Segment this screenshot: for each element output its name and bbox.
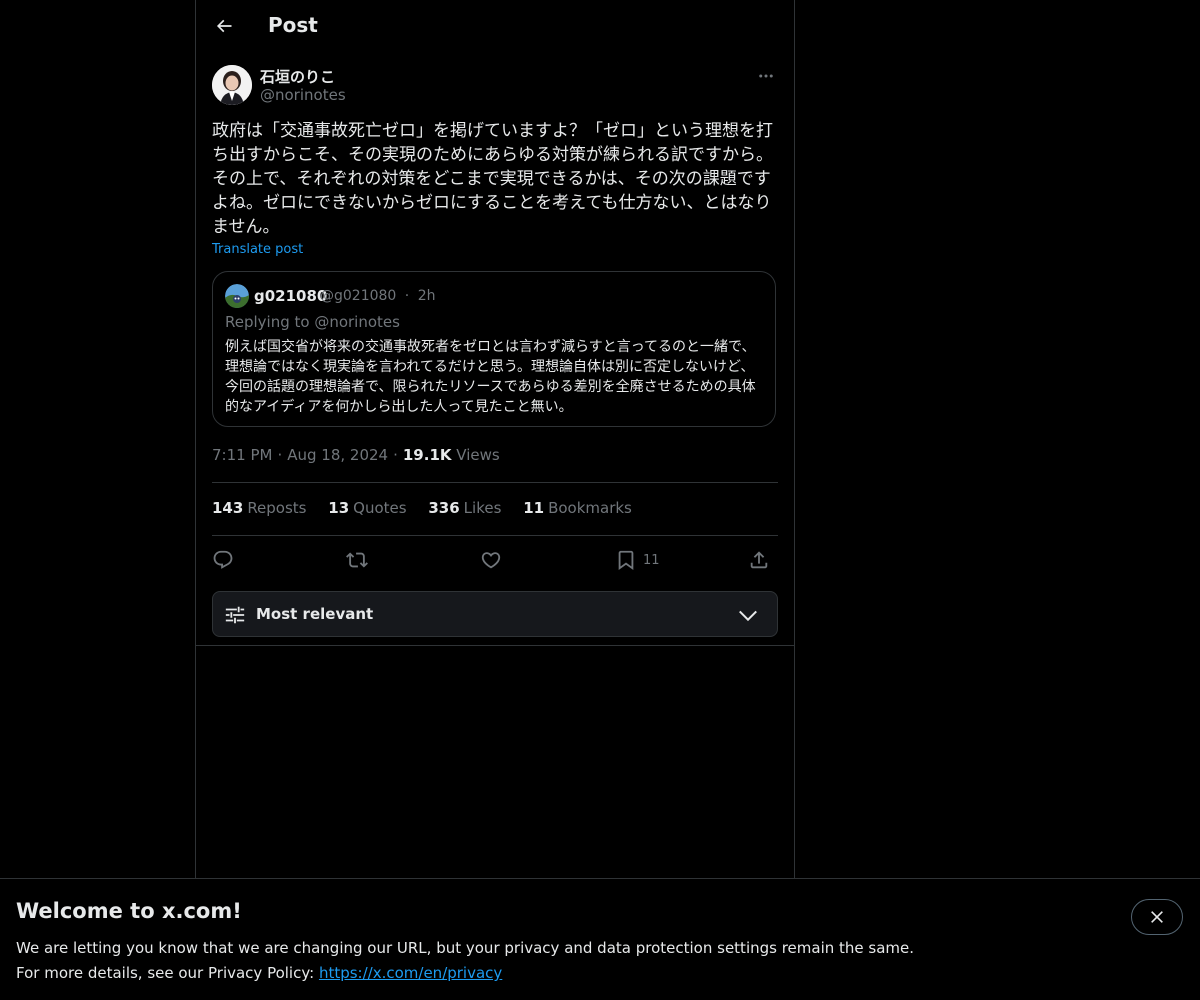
views-separator: · bbox=[393, 446, 398, 464]
views-count: 19.1K bbox=[402, 446, 452, 464]
post-text: 政府は「交通事故死亡ゼロ」を掲げていますよ？「ゼロ」という理想を打ち出すからこそ… bbox=[212, 121, 773, 237]
back-button[interactable] bbox=[210, 12, 238, 40]
quotes-count: 13 bbox=[328, 499, 350, 517]
divider bbox=[212, 535, 778, 536]
quote-replying-to: Replying to @norinotes bbox=[225, 313, 400, 331]
reposts-count: 143 bbox=[212, 499, 244, 517]
quote-author-name: g021080 bbox=[254, 287, 328, 305]
quoted-post[interactable]: g021080 @g021080 · 2h Replying to @norin… bbox=[212, 271, 776, 427]
share-icon bbox=[750, 551, 768, 569]
quote-age: 2h bbox=[417, 288, 436, 304]
quote-author-handle: @g021080 bbox=[320, 288, 397, 304]
chevron-down-icon bbox=[739, 610, 757, 622]
quote-avatar bbox=[225, 284, 249, 308]
repost-button[interactable] bbox=[346, 546, 368, 574]
post-timestamp: 7:11 PM · Aug 18, 2024 · 19.1K Views bbox=[212, 446, 500, 464]
likes-label: Likes bbox=[463, 499, 502, 517]
bookmarks-label: Bookmarks bbox=[548, 499, 632, 517]
like-button[interactable] bbox=[480, 546, 502, 574]
divider bbox=[212, 482, 778, 483]
repost-icon bbox=[346, 552, 368, 568]
avatar-image bbox=[212, 65, 252, 105]
banner-line-1: We are letting you know that we are chan… bbox=[16, 939, 915, 957]
sliders-icon bbox=[225, 606, 245, 624]
post-actions: 11 bbox=[212, 546, 778, 574]
reposts-stat[interactable]: 143 Reposts bbox=[212, 499, 307, 517]
quote-meta: @g021080 · 2h bbox=[320, 288, 439, 304]
primary-column: Post 石垣のりこ @norinotes 政府は「交通事故死亡ゼロ」を掲げてい… bbox=[195, 0, 795, 1000]
banner-text: We are letting you know that we are chan… bbox=[16, 936, 914, 986]
post-author: 石垣のりこ @norinotes bbox=[212, 65, 778, 107]
engagement-stats: 143 Reposts 13 Quotes 336 Likes 11 Bookmarks bbox=[212, 499, 649, 517]
privacy-policy-link[interactable]: https://x.com/en/privacy bbox=[319, 964, 502, 982]
likes-count: 336 bbox=[428, 499, 460, 517]
views-label: Views bbox=[456, 446, 500, 464]
divider bbox=[196, 645, 794, 646]
avatar[interactable] bbox=[212, 65, 252, 105]
banner-line-2: For more details, see our Privacy Policy… bbox=[16, 961, 914, 986]
close-banner-button[interactable] bbox=[1131, 899, 1183, 935]
more-options-button[interactable] bbox=[754, 65, 778, 87]
translate-post-link[interactable]: Translate post bbox=[212, 242, 303, 257]
bookmarks-stat[interactable]: 11 Bookmarks bbox=[523, 499, 632, 517]
heart-icon bbox=[481, 552, 501, 569]
likes-stat[interactable]: 336 Likes bbox=[428, 499, 501, 517]
welcome-banner: Welcome to x.com! We are letting you kno… bbox=[0, 878, 1200, 1000]
bookmark-count: 11 bbox=[643, 552, 660, 568]
post-time[interactable]: 7:11 PM bbox=[212, 446, 272, 464]
reply-button[interactable] bbox=[212, 546, 234, 574]
sort-label: Most relevant bbox=[256, 605, 374, 623]
arrow-left-icon bbox=[216, 19, 232, 33]
author-name[interactable]: 石垣のりこ bbox=[260, 66, 335, 87]
reposts-label: Reposts bbox=[247, 499, 307, 517]
reply-icon bbox=[213, 550, 233, 569]
quotes-stat[interactable]: 13 Quotes bbox=[328, 499, 406, 517]
banner-title: Welcome to x.com! bbox=[16, 899, 242, 923]
banner-line-2-prefix: For more details, see our Privacy Policy… bbox=[16, 964, 319, 982]
quote-text: 例えば国交省が将来の交通事故死者をゼロとは言わず減らすと言ってるのと一緒で、理想… bbox=[225, 339, 756, 415]
bookmark-icon bbox=[618, 550, 634, 571]
page-title: Post bbox=[268, 13, 318, 37]
timestamp-separator: · bbox=[277, 446, 283, 464]
close-icon bbox=[1151, 911, 1163, 923]
quotes-label: Quotes bbox=[353, 499, 407, 517]
quote-avatar-image bbox=[225, 284, 249, 308]
share-button[interactable] bbox=[748, 546, 770, 574]
page-header: Post bbox=[196, 0, 794, 55]
more-icon bbox=[759, 74, 773, 78]
bookmarks-count: 11 bbox=[523, 499, 545, 517]
bookmark-button[interactable]: 11 bbox=[615, 546, 660, 574]
quote-separator: · bbox=[404, 288, 410, 304]
reply-sort-dropdown[interactable]: Most relevant bbox=[212, 591, 778, 637]
author-handle[interactable]: @norinotes bbox=[260, 86, 346, 104]
post-date[interactable]: Aug 18, 2024 bbox=[287, 446, 388, 464]
